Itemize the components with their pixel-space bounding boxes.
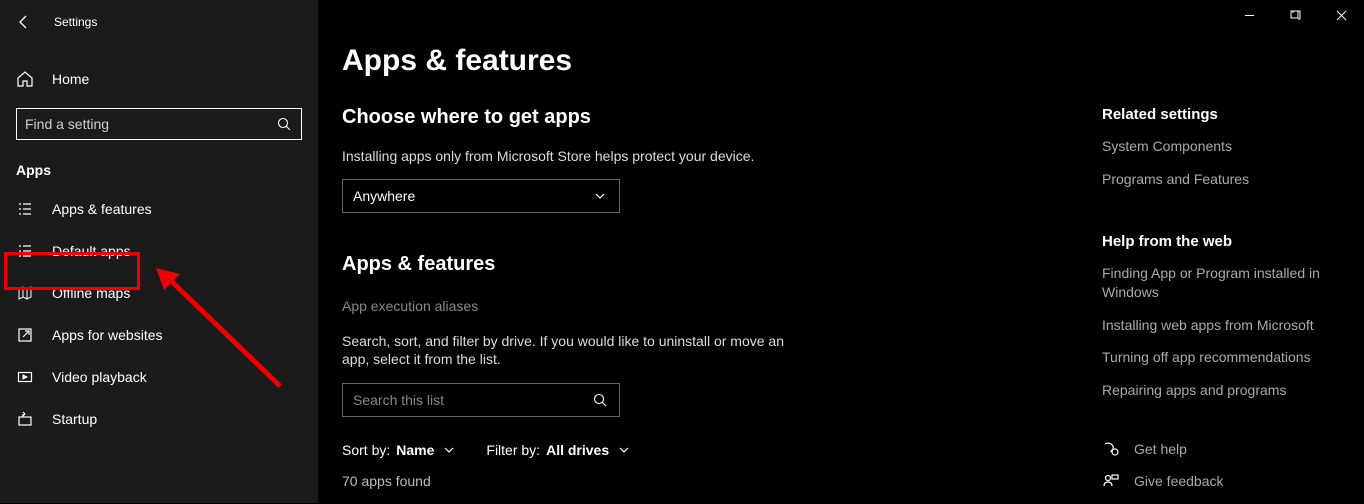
search-icon xyxy=(591,391,609,409)
chevron-down-icon xyxy=(440,441,458,459)
sidebar-item-label: Apps for websites xyxy=(52,327,163,343)
main-content: Apps & features Choose where to get apps… xyxy=(318,0,1364,503)
app-list-search[interactable] xyxy=(342,383,620,417)
app-aliases-link[interactable]: App execution aliases xyxy=(342,298,478,314)
help-web-title: Help from the web xyxy=(1102,233,1344,250)
sidebar-section-label: Apps xyxy=(0,146,318,188)
search-icon xyxy=(275,115,293,133)
open-icon xyxy=(16,326,34,344)
window-title: Settings xyxy=(54,15,97,29)
help-link-turning-off[interactable]: Turning off app recommendations xyxy=(1102,348,1344,367)
related-link-system-components[interactable]: System Components xyxy=(1102,137,1344,156)
sidebar: Settings Home Apps Apps & features xyxy=(0,0,318,503)
right-panel: Related settings System Components Progr… xyxy=(1102,100,1344,504)
get-help-label: Get help xyxy=(1134,441,1187,457)
list-icon xyxy=(16,200,34,218)
map-icon xyxy=(16,284,34,302)
sidebar-home-label: Home xyxy=(52,71,89,87)
chevron-down-icon xyxy=(591,187,609,205)
sort-by-dropdown[interactable]: Sort by: Name xyxy=(342,441,458,459)
section-heading-where: Choose where to get apps xyxy=(342,106,1058,129)
arrow-left-icon xyxy=(16,14,32,30)
sidebar-item-default-apps[interactable]: Default apps xyxy=(0,230,318,272)
sidebar-item-label: Default apps xyxy=(52,243,131,259)
help-icon xyxy=(1102,440,1120,458)
back-button[interactable] xyxy=(14,12,34,32)
get-help-link[interactable]: Get help xyxy=(1102,440,1344,458)
sidebar-home[interactable]: Home xyxy=(0,60,318,98)
filter-value: All drives xyxy=(546,442,609,458)
maximize-button[interactable] xyxy=(1272,0,1318,30)
sidebar-item-apps-features[interactable]: Apps & features xyxy=(0,188,318,230)
sidebar-item-video-playback[interactable]: Video playback xyxy=(0,356,318,398)
dropdown-value: Anywhere xyxy=(353,188,415,204)
apps-found-count: 70 apps found xyxy=(342,473,1058,489)
section-heading-apps: Apps & features xyxy=(342,253,1058,276)
filter-by-dropdown[interactable]: Filter by: All drives xyxy=(486,441,633,459)
sidebar-item-label: Startup xyxy=(52,411,97,427)
startup-icon xyxy=(16,410,34,428)
sidebar-item-startup[interactable]: Startup xyxy=(0,398,318,440)
page-title: Apps & features xyxy=(342,44,1058,78)
related-settings-title: Related settings xyxy=(1102,106,1344,123)
give-feedback-label: Give feedback xyxy=(1134,473,1224,489)
give-feedback-link[interactable]: Give feedback xyxy=(1102,472,1344,490)
default-apps-icon xyxy=(16,242,34,260)
minimize-button[interactable] xyxy=(1226,0,1272,30)
sidebar-item-label: Video playback xyxy=(52,369,147,385)
help-link-installing-webapps[interactable]: Installing web apps from Microsoft xyxy=(1102,316,1344,335)
filter-label: Filter by: xyxy=(486,442,540,458)
app-source-dropdown[interactable]: Anywhere xyxy=(342,179,620,213)
sidebar-item-label: Offline maps xyxy=(52,285,130,301)
video-icon xyxy=(16,368,34,386)
sidebar-item-apps-websites[interactable]: Apps for websites xyxy=(0,314,318,356)
section-desc-apps: Search, sort, and filter by drive. If yo… xyxy=(342,332,802,368)
app-list-search-input[interactable] xyxy=(353,392,591,408)
sort-value: Name xyxy=(396,442,434,458)
window-caption-buttons xyxy=(1226,0,1364,30)
sidebar-item-offline-maps[interactable]: Offline maps xyxy=(0,272,318,314)
feedback-icon xyxy=(1102,472,1120,490)
help-link-finding-app[interactable]: Finding App or Program installed in Wind… xyxy=(1102,264,1344,302)
close-button[interactable] xyxy=(1318,0,1364,30)
section-desc-where: Installing apps only from Microsoft Stor… xyxy=(342,147,802,165)
sidebar-search[interactable] xyxy=(16,108,302,140)
sidebar-search-input[interactable] xyxy=(25,116,267,132)
home-icon xyxy=(16,70,34,88)
sort-label: Sort by: xyxy=(342,442,390,458)
help-link-repairing[interactable]: Repairing apps and programs xyxy=(1102,381,1344,400)
sidebar-item-label: Apps & features xyxy=(52,201,152,217)
related-link-programs-features[interactable]: Programs and Features xyxy=(1102,170,1344,189)
chevron-down-icon xyxy=(615,441,633,459)
